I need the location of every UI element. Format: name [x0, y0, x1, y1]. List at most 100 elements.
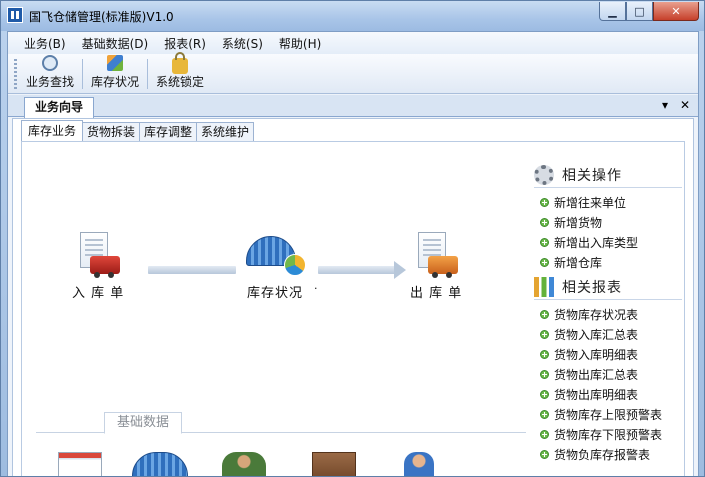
- system-lock-label: 系统锁定: [156, 75, 205, 89]
- tab-content: 入 库 单 库存状况 · 出 库 单 相关操作 新增往来单位 新增货物 新增出入…: [21, 141, 685, 476]
- toolbar-separator: [82, 59, 84, 89]
- related-ops-title: 相关操作: [562, 167, 622, 184]
- link-label: 货物库存状况表: [554, 307, 639, 322]
- bar-chart-icon: [534, 276, 554, 297]
- link-add-partner[interactable]: 新增往来单位: [534, 192, 682, 212]
- menu-help[interactable]: 帮助(H): [271, 35, 329, 52]
- client-area: 业务(B) 基础数据(D) 报表(R) 系统(S) 帮助(H) 业务查找 库存状…: [7, 31, 699, 476]
- add-icon: [540, 449, 549, 459]
- system-lock-button[interactable]: 系统锁定: [151, 52, 209, 93]
- close-button[interactable]: ✕: [653, 2, 699, 21]
- tab-stock-business[interactable]: 库存业务: [21, 120, 84, 142]
- app-window: 国飞仓储管理(标准版)V1.0 ▁ □ ✕ 业务(B) 基础数据(D) 报表(R…: [0, 0, 705, 477]
- basic-data-title: 基础数据: [104, 412, 183, 434]
- report-link[interactable]: 货物出库汇总表: [534, 364, 682, 384]
- title-bar[interactable]: 国飞仓储管理(标准版)V1.0 ▁ □ ✕: [1, 1, 704, 31]
- tab-system-maintenance[interactable]: 系统维护: [196, 122, 255, 142]
- inbound-label: 入 库 单: [72, 286, 125, 301]
- link-label: 货物出库汇总表: [554, 367, 639, 382]
- report-link[interactable]: 货物库存下限预警表: [534, 424, 682, 444]
- outbound-document-icon: [414, 232, 459, 278]
- report-link[interactable]: 货物入库明细表: [534, 344, 682, 364]
- stock-status-button[interactable]: 库存状况: [86, 55, 144, 93]
- related-ops-header: 相关操作: [534, 162, 682, 188]
- menu-reports[interactable]: 报表(R): [156, 35, 214, 52]
- link-label: 新增往来单位: [554, 195, 627, 210]
- flow-arrow-head: [318, 261, 406, 279]
- minimize-button[interactable]: ▁: [599, 2, 626, 21]
- link-label: 新增货物: [554, 215, 603, 230]
- window-controls: ▁ □ ✕: [599, 2, 699, 21]
- search-icon: [42, 55, 58, 71]
- user-icon[interactable]: [404, 452, 434, 476]
- inbound-node[interactable]: 入 库 单: [72, 232, 124, 301]
- tab-stock-adjust[interactable]: 库存调整: [139, 122, 198, 142]
- tab-close-icon[interactable]: ✕: [680, 98, 690, 112]
- link-label: 货物入库汇总表: [554, 327, 639, 342]
- add-icon: [540, 257, 549, 267]
- link-add-goods[interactable]: 新增货物: [534, 212, 682, 232]
- users-group-icon[interactable]: [222, 452, 266, 476]
- report-link[interactable]: 货物入库汇总表: [534, 324, 682, 344]
- warehouse-icon: [244, 232, 306, 278]
- stock-status-label: 库存状况: [91, 75, 140, 89]
- toolbar-grip[interactable]: [14, 59, 17, 89]
- report-link[interactable]: 货物库存上限预警表: [534, 404, 682, 424]
- tab-business-wizard[interactable]: 业务向导: [24, 97, 95, 118]
- stock-status-flow-label: 库存状况: [246, 286, 303, 301]
- link-label: 新增仓库: [554, 255, 603, 270]
- add-icon: [540, 217, 549, 227]
- add-icon: [540, 389, 549, 399]
- add-icon: [540, 409, 549, 419]
- side-panel: 相关操作 新增往来单位 新增货物 新增出入库类型 新增仓库 相关报表 货物库存状…: [534, 162, 682, 464]
- report-link[interactable]: 货物库存状况表: [534, 304, 682, 324]
- add-icon: [540, 429, 549, 439]
- link-add-io-type[interactable]: 新增出入库类型: [534, 232, 682, 252]
- link-label: 货物入库明细表: [554, 347, 639, 362]
- flow-arrow: [148, 266, 236, 274]
- link-label: 货物负库存报警表: [554, 447, 651, 462]
- warehouse-icon[interactable]: [132, 452, 188, 476]
- partner-list-icon[interactable]: [58, 452, 102, 476]
- tab-dropdown-icon[interactable]: ▾: [662, 98, 668, 112]
- link-label: 货物出库明细表: [554, 387, 639, 402]
- goods-box-icon[interactable]: [312, 452, 356, 476]
- tab-goods-assembly[interactable]: 货物拆装: [82, 122, 141, 142]
- lock-icon: [172, 52, 189, 74]
- stock-icon: [107, 55, 124, 71]
- menu-business[interactable]: 业务(B): [16, 35, 74, 52]
- add-icon: [540, 309, 549, 319]
- menu-bar: 业务(B) 基础数据(D) 报表(R) 系统(S) 帮助(H): [8, 32, 698, 54]
- link-add-warehouse[interactable]: 新增仓库: [534, 252, 682, 272]
- report-link[interactable]: 货物负库存报警表: [534, 444, 682, 464]
- toolbar: 业务查找 库存状况 系统锁定: [8, 52, 698, 94]
- toolbar-separator: [147, 59, 149, 89]
- document-tab-bar: 业务向导 ▾ ✕: [8, 95, 698, 118]
- app-icon: [7, 7, 23, 23]
- add-icon: [540, 369, 549, 379]
- link-label: 货物库存上限预警表: [554, 407, 663, 422]
- search-button[interactable]: 业务查找: [21, 55, 79, 93]
- outbound-node[interactable]: 出 库 单: [410, 232, 462, 301]
- menu-basic-data[interactable]: 基础数据(D): [74, 35, 157, 52]
- outbound-label: 出 库 单: [410, 286, 463, 301]
- link-label: 新增出入库类型: [554, 235, 639, 250]
- inbound-document-icon: [76, 232, 121, 278]
- subtab-strip: 库存业务 货物拆装 库存调整 系统维护: [21, 120, 255, 142]
- gear-icon: [534, 164, 554, 185]
- maximize-button[interactable]: □: [626, 2, 653, 21]
- related-reports-title: 相关报表: [562, 279, 622, 296]
- add-icon: [540, 197, 549, 207]
- add-icon: [540, 237, 549, 247]
- report-link[interactable]: 货物出库明细表: [534, 384, 682, 404]
- wizard-panel: 库存业务 货物拆装 库存调整 系统维护 入 库 单 库存状况 · 出 库 单 相…: [12, 118, 694, 476]
- menu-system[interactable]: 系统(S): [214, 35, 271, 52]
- link-label: 货物库存下限预警表: [554, 427, 663, 442]
- related-reports-header: 相关报表: [534, 274, 682, 300]
- window-title: 国飞仓储管理(标准版)V1.0: [29, 10, 174, 24]
- separator-dot: ·: [314, 282, 318, 295]
- stock-status-node[interactable]: 库存状况: [244, 232, 306, 301]
- search-button-label: 业务查找: [26, 75, 75, 89]
- add-icon: [540, 329, 549, 339]
- add-icon: [540, 349, 549, 359]
